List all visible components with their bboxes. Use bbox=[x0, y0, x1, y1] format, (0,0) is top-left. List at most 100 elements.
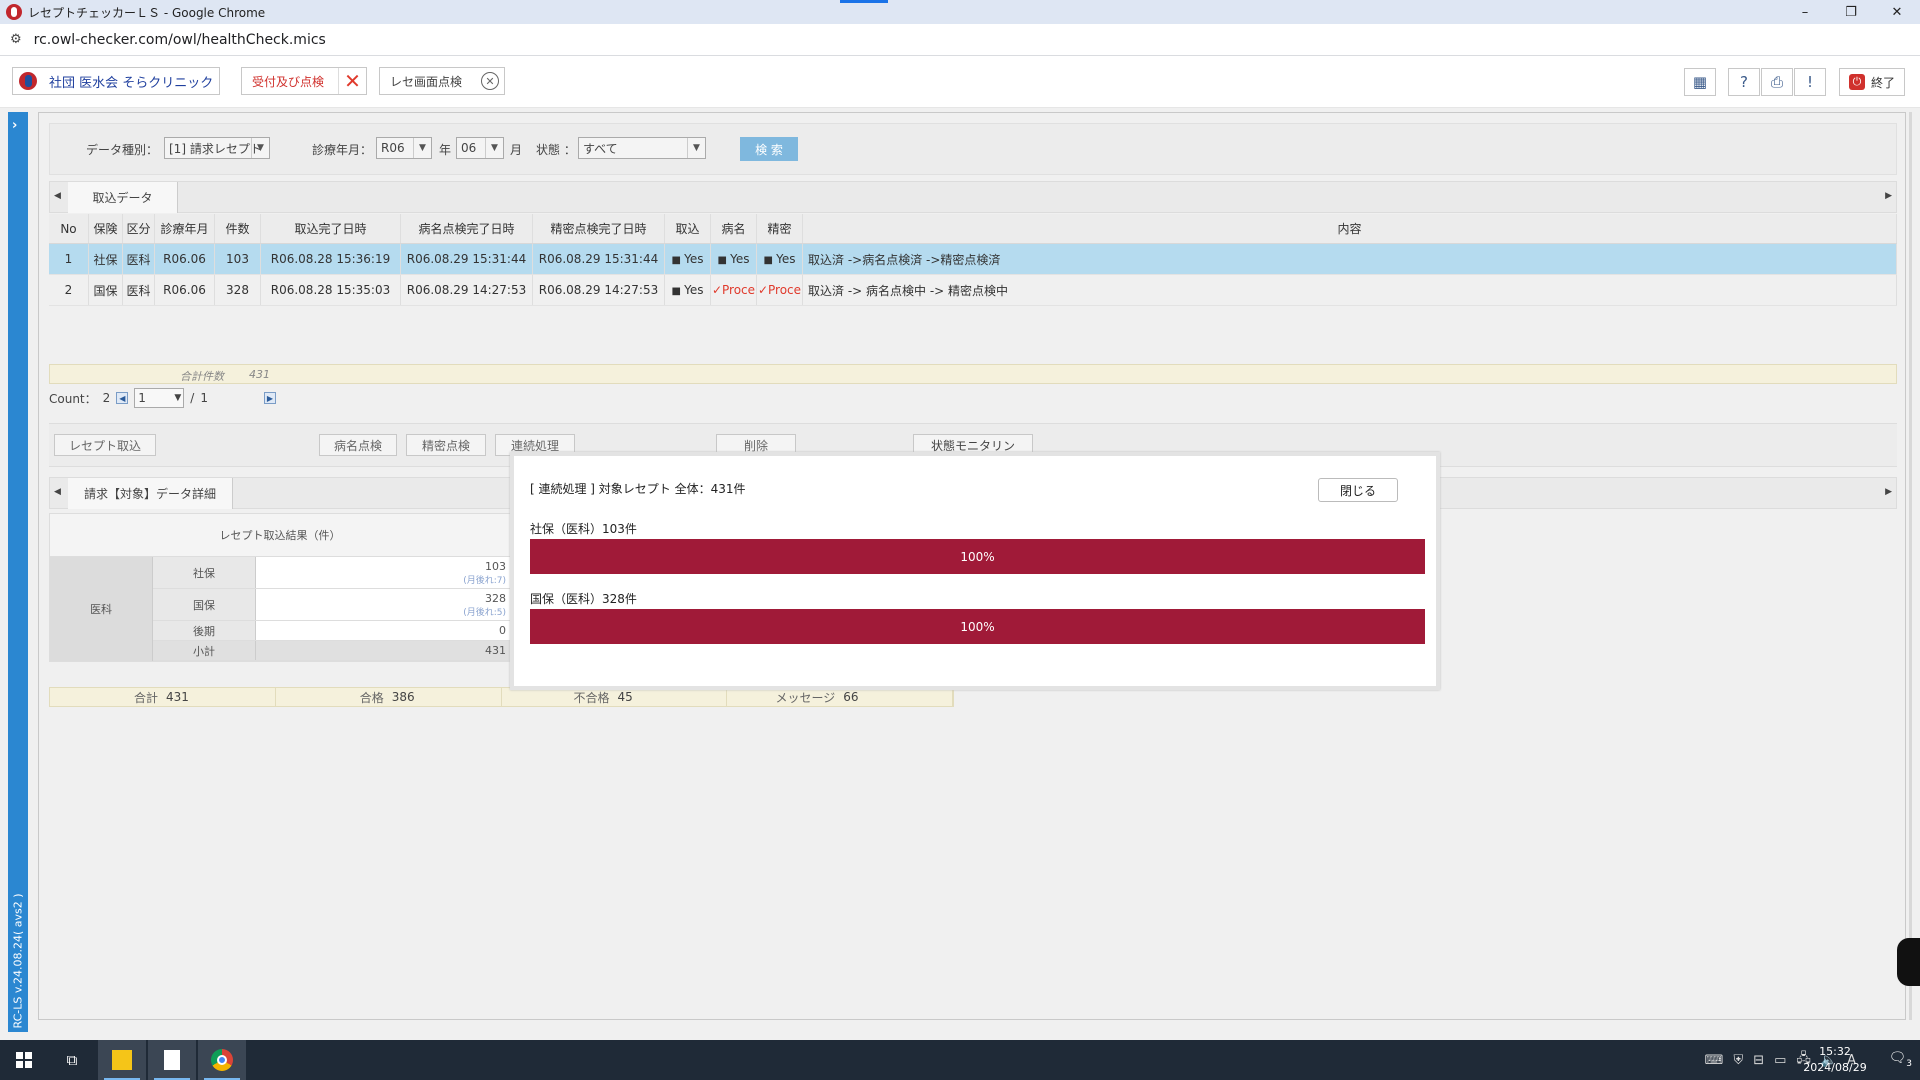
minimize-button[interactable]: – bbox=[1782, 0, 1828, 24]
clock[interactable]: 15:32 2024/08/29 bbox=[1800, 1044, 1870, 1076]
table-row[interactable]: 2 国保 医科 R06.06 328 R06.08.28 15:35:03 R06.08.2… bbox=[49, 275, 1897, 306]
power-icon: ⏻ bbox=[1848, 74, 1865, 90]
late-count: (月後れ:7) bbox=[463, 575, 506, 586]
dialog-close-button[interactable]: 閉じる bbox=[1318, 478, 1398, 502]
tab-import-data[interactable]: 取込データ bbox=[68, 182, 178, 213]
status-cell-wrap: Proce bbox=[711, 275, 757, 305]
notification-icon[interactable]: 🗨3 bbox=[1888, 1050, 1912, 1069]
restore-button[interactable]: ❐ bbox=[1828, 0, 1874, 24]
column-header[interactable]: 件数 bbox=[215, 214, 261, 243]
count-label: Count： bbox=[49, 391, 97, 406]
window-title: レセプトチェッカーＬＳ - Google Chrome bbox=[28, 5, 266, 20]
chevron-down-icon: ▼ bbox=[251, 138, 269, 158]
security-icon[interactable]: ⛨ bbox=[1733, 1053, 1743, 1068]
scroll-right-icon[interactable]: ▶ bbox=[1885, 487, 1892, 497]
chrome-icon[interactable] bbox=[198, 1040, 246, 1080]
scrollbar[interactable] bbox=[1909, 112, 1912, 1020]
clinic-button[interactable]: 社団 医水会 そらクリニック bbox=[12, 67, 220, 95]
chevron-down-icon: ▼ bbox=[174, 393, 182, 403]
print-icon[interactable]: ⎙ bbox=[1761, 68, 1793, 96]
notepad-icon[interactable] bbox=[148, 1040, 196, 1080]
import-button[interactable]: レセプト取込 bbox=[54, 434, 156, 456]
import-grid: No 保険 区分 診療年月 件数 取込完了日時 病名点検完了日時 精密点検完了日時 取込 病名 精密… bbox=[49, 214, 1897, 306]
table-row[interactable]: 1 社保 医科 R06.06 103 R06.08.28 15:36:19 R06.08.2… bbox=[49, 244, 1897, 275]
start-button[interactable] bbox=[0, 1040, 48, 1080]
total-label: 不合格 bbox=[573, 690, 610, 705]
expand-arrow-icon[interactable]: › bbox=[12, 118, 17, 133]
column-header[interactable]: 取込完了日時 bbox=[261, 214, 401, 243]
rese-check-button[interactable]: レセ画面点検 ✕ bbox=[379, 67, 505, 95]
column-header[interactable]: 取込 bbox=[665, 214, 711, 243]
version-label: RC-LS v.24.08.24( avs2 ) bbox=[11, 893, 25, 1029]
result-row: 国保 328 (月後れ:5) bbox=[153, 589, 510, 621]
page-sep: / bbox=[190, 391, 195, 405]
side-panel-toggle[interactable]: › RC-LS v.24.08.24( avs2 ) bbox=[8, 112, 28, 1032]
scroll-left-icon[interactable]: ◀ bbox=[54, 191, 61, 201]
app-tray-icon[interactable]: ⊟ bbox=[1753, 1053, 1764, 1068]
month-select[interactable]: 06 ▼ bbox=[456, 137, 504, 159]
table-cell: 国保 bbox=[89, 275, 123, 305]
pager: Count： 2 ◀ 1 ▼ / 1 ▶ bbox=[49, 387, 276, 409]
detail-check-button[interactable]: 精密点検 bbox=[406, 434, 486, 456]
url-text[interactable]: rc.owl-checker.com/owl/healthCheck.mics bbox=[34, 32, 326, 48]
column-header[interactable]: 診療年月 bbox=[155, 214, 215, 243]
help-icon[interactable]: ? bbox=[1728, 68, 1760, 96]
continuous-process-dialog: [ 連続処理 ] 対象レセプト 全体：431件 閉じる 社保（医科）103件 1… bbox=[510, 452, 1440, 690]
circle-close-icon[interactable]: ✕ bbox=[476, 68, 504, 94]
page-select[interactable]: 1 ▼ bbox=[134, 388, 185, 408]
column-header[interactable]: 精密 bbox=[757, 214, 803, 243]
data-type-select[interactable]: [1] 請求レセプト ▼ bbox=[164, 137, 270, 159]
column-header[interactable]: 病名点検完了日時 bbox=[401, 214, 533, 243]
close-window-button[interactable]: ✕ bbox=[1874, 0, 1920, 24]
progress-bar-shaho: 100% bbox=[530, 539, 1425, 574]
grid-settings-icon[interactable]: ▦ bbox=[1684, 68, 1716, 96]
sticky-notes-icon[interactable] bbox=[98, 1040, 146, 1080]
exit-label: 終了 bbox=[1870, 75, 1895, 90]
import-result-header: レセプト取込結果（件） bbox=[49, 513, 511, 557]
edge-handle[interactable] bbox=[1897, 938, 1920, 986]
column-header[interactable]: 内容 bbox=[803, 214, 1897, 243]
notice-icon[interactable]: ! bbox=[1794, 68, 1826, 96]
exit-button[interactable]: ⏻ 終了 bbox=[1839, 68, 1905, 96]
clock-date: 2024/08/29 bbox=[1803, 1061, 1867, 1074]
prev-page-icon[interactable]: ◀ bbox=[116, 392, 129, 404]
tab-detail-data[interactable]: 請求【対象】データ詳細 bbox=[68, 478, 233, 509]
site-settings-icon[interactable]: ⚙ bbox=[10, 32, 22, 47]
battery-icon[interactable]: ▭ bbox=[1774, 1053, 1786, 1068]
disease-check-button[interactable]: 病名点検 bbox=[319, 434, 397, 456]
scroll-left-icon[interactable]: ◀ bbox=[54, 487, 61, 497]
close-red-icon[interactable]: ✕ bbox=[338, 68, 366, 94]
total-cell: 合計 431 bbox=[50, 688, 276, 706]
result-row-value: 0 bbox=[499, 624, 506, 637]
next-page-icon[interactable]: ▶ bbox=[263, 392, 276, 404]
category-cell: 医科 bbox=[50, 557, 153, 661]
result-row-label: 国保 bbox=[153, 589, 256, 620]
status-cell-wrap: Yes bbox=[757, 244, 803, 274]
table-cell: 医科 bbox=[123, 244, 155, 274]
status-select[interactable]: すべて ▼ bbox=[578, 137, 706, 159]
task-view-icon[interactable]: ⧉ bbox=[48, 1040, 96, 1080]
clock-time: 15:32 bbox=[1819, 1045, 1851, 1058]
search-button[interactable]: 検 索 bbox=[740, 137, 798, 161]
column-header[interactable]: 精密点検完了日時 bbox=[533, 214, 665, 243]
import-tabbar: ◀ 取込データ ▶ bbox=[49, 181, 1897, 213]
total-label: 合計 bbox=[133, 690, 158, 705]
era-value: R06 bbox=[381, 141, 405, 155]
status-cell: Proce bbox=[758, 283, 801, 297]
column-header[interactable]: 区分 bbox=[123, 214, 155, 243]
result-row: 社保 103 (月後れ:7) bbox=[153, 557, 510, 589]
scroll-right-icon[interactable]: ▶ bbox=[1885, 191, 1892, 201]
total-label: 合格 bbox=[359, 690, 384, 705]
table-cell: R06.08.28 15:35:03 bbox=[261, 275, 401, 305]
keyboard-icon[interactable]: ⌨ bbox=[1705, 1053, 1724, 1068]
column-header[interactable]: 病名 bbox=[711, 214, 757, 243]
chevron-down-icon: ▼ bbox=[687, 138, 705, 158]
result-row-label: 社保 bbox=[153, 557, 256, 588]
column-header[interactable]: No bbox=[49, 214, 89, 243]
receive-check-button[interactable]: 受付及び点検 ✕ bbox=[241, 67, 367, 95]
address-bar[interactable]: ⚙ rc.owl-checker.com/owl/healthCheck.mic… bbox=[0, 24, 1920, 56]
era-select[interactable]: R06 ▼ bbox=[376, 137, 432, 159]
table-cell: R06.08.28 15:36:19 bbox=[261, 244, 401, 274]
total-value: 386 bbox=[391, 690, 415, 704]
column-header[interactable]: 保険 bbox=[89, 214, 123, 243]
